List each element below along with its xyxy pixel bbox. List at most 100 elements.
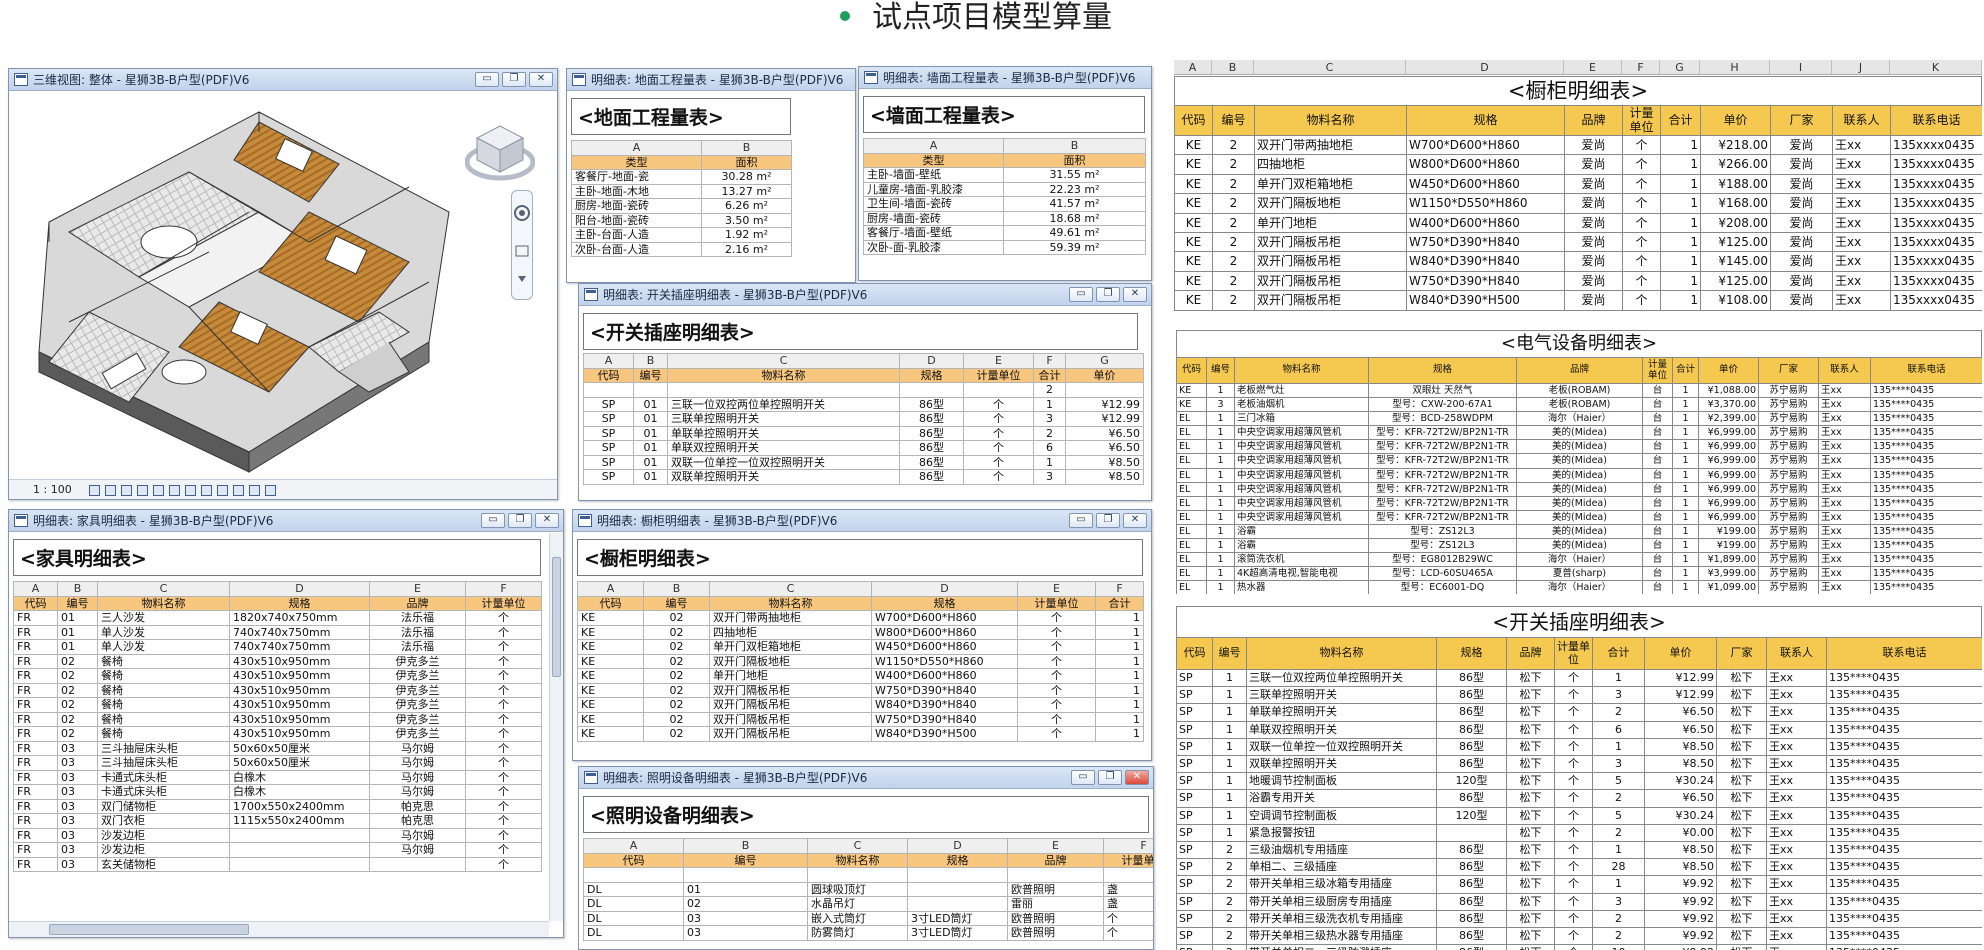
table-cell[interactable]: 双开门隔板吊柜 [709,697,872,713]
table-cell[interactable]: 三联一位双控两位单控照明开关 [667,396,900,412]
visual-style-icon[interactable] [105,484,117,496]
table-cell[interactable]: 个 [1554,823,1593,843]
table-cell[interactable]: 2 [1212,173,1255,195]
temp-view-icon[interactable] [249,484,261,496]
table-cell[interactable]: 客餐厅-地面-瓷 [571,169,702,185]
table-cell[interactable]: 86型 [899,425,964,441]
table-cell[interactable]: SP [583,469,634,485]
table-cell[interactable]: 个 [1017,624,1096,640]
table-row[interactable]: SP 1 三联一位双控两位单控照明开关 86型 松下个 1 ¥12.99 松下 王xx 135**… [1176,668,1982,688]
table-cell[interactable]: 单联双控照明开关 [1246,720,1437,739]
table-row[interactable]: SP 1 地暖调节控制面板 120型 松下个 5 ¥30.24 松下 王xx 135****043… [1176,772,1982,791]
table-cell[interactable]: 2 [1033,382,1066,398]
table-cell[interactable]: 双开门隔板吊柜 [709,682,872,698]
table-row[interactable]: KE 02 四抽地柜 W800*D600*H860 个 1 [577,624,1144,640]
column-letter[interactable]: A [583,838,684,854]
table-cell[interactable]: 松下 [1506,755,1555,774]
restore-button[interactable]: ❐ [508,513,532,528]
table-cell[interactable]: 王xx [1818,425,1871,441]
table-cell[interactable]: 135****0435 [1826,858,1982,877]
table-cell[interactable]: 2 [1212,193,1255,214]
table-row[interactable]: SP 1 紧急报警按钮 松下个 2 ¥0.00 松下 王xx 135****0435 [1176,823,1982,843]
table-cell[interactable]: FR [13,697,58,713]
table-row[interactable]: 厨房-墙面-瓷砖 18.68 m² [863,210,1146,226]
table-cell[interactable]: 王xx [1818,382,1871,399]
column-header[interactable]: 联系电话 [1890,105,1982,136]
table-cell[interactable]: 1 [1672,481,1699,497]
table-cell[interactable]: 型号：KFR-72T2W/BP2N1-TR [1368,467,1517,483]
table-cell[interactable]: 爱尚 [1770,251,1833,272]
table-cell[interactable]: KE [1174,270,1213,292]
table-cell[interactable]: 个 [465,610,542,626]
table-row[interactable]: EL 1 4K超高清电视,智能电视 型号：LCD-60SU465A 夏普(sharp) 台… [1176,566,1982,582]
view-control-icons[interactable] [89,480,281,499]
table-cell[interactable]: 苏宁易购 [1758,509,1819,525]
table-cell[interactable]: 台 [1642,495,1673,511]
table-cell[interactable]: FR [13,682,58,698]
table-cell[interactable]: 2 [1212,892,1247,911]
table-cell[interactable]: 2 [1212,134,1255,156]
column-header[interactable]: 规格 [1368,357,1517,384]
column-header[interactable]: 类型 [571,154,702,170]
table-row[interactable]: KE 02 双开门隔板吊柜 W840*D390*H500 个 1 [577,726,1144,742]
table-cell[interactable]: 马尔姆 [369,769,466,785]
table-cell[interactable]: ¥3,370.00 [1698,397,1759,413]
table-cell[interactable]: EL [1176,566,1207,582]
table-cell[interactable]: KE [577,610,644,626]
table-cell[interactable]: SP [1176,686,1213,705]
table-cell[interactable]: 1 [1660,251,1701,272]
table-cell[interactable]: 430x510x950mm [229,668,370,684]
table-cell[interactable]: 135xxxx0435 [1890,154,1982,175]
table-row[interactable]: KE 2 双开门隔板吊柜 W750*D390*H840 爱尚个 1 ¥125.00 爱尚 王xx… [1174,232,1982,253]
table-cell[interactable]: FR [13,813,58,829]
shadows-icon[interactable] [137,484,149,496]
table-cell[interactable]: 1 [1592,737,1645,757]
table-cell[interactable]: SP [1176,703,1213,722]
window-titlebar[interactable]: 明细表: 地面工程量表 - 星狮3B-B户型(PDF)V6 [567,69,855,91]
table-cell[interactable]: 马尔姆 [369,827,466,843]
table-cell[interactable]: 1 [1206,509,1235,525]
table-cell[interactable]: 圆球吸顶灯 [807,881,908,897]
column-letter[interactable]: B [633,353,668,369]
table-cell[interactable]: 王xx [1832,251,1891,272]
table-cell[interactable]: 王xx [1766,686,1827,705]
table-cell[interactable]: 6 [1033,440,1066,456]
table-row[interactable]: EL 1 中央空调家用超薄风管机 型号：KFR-72T2W/BP2N1-TR 美的(Mi… [1176,481,1982,497]
table-row[interactable]: DL 01 圆球吸顶灯 欧普照明盏 [583,881,1153,897]
table-cell[interactable]: SP [1176,755,1213,774]
table-cell[interactable]: 台 [1642,382,1673,399]
excel-column-letter[interactable]: D [1406,60,1564,74]
excel-cabinet-sheet[interactable]: ABCDEFGHIJK <橱柜明细表> 代码 编号 物料名称 规格 品牌 计量单位 合计 单价… [1174,60,1982,318]
table-row[interactable]: EL 1 中央空调家用超薄风管机 型号：KFR-72T2W/BP2N1-TR 美的(Mi… [1176,453,1982,469]
table-cell[interactable]: 个 [1017,711,1096,727]
table-cell[interactable]: 餐椅 [97,653,230,669]
table-cell[interactable]: 爱尚 [1770,290,1833,311]
table-cell[interactable]: 02 [643,610,710,626]
table-cell[interactable]: 个 [1554,841,1593,860]
scroll-thumb[interactable] [49,924,249,935]
table-cell[interactable]: 135****0435 [1826,703,1982,722]
table-cell[interactable]: ¥125.00 [1700,270,1771,292]
table-cell[interactable] [963,382,1034,398]
table-cell[interactable]: 儿童房-墙面-乳胶漆 [863,181,1004,197]
table-cell[interactable]: 740x740x750mm [229,639,370,655]
column-letter[interactable]: F [465,581,542,597]
table-cell[interactable]: 沙发边柜 [97,842,230,858]
column-header[interactable]: 物料名称 [709,595,872,611]
table-cell[interactable]: DL [583,910,684,926]
column-letter[interactable]: B [701,140,792,156]
table-cell[interactable]: 松下 [1506,858,1555,877]
column-letter[interactable]: E [369,581,466,597]
table-cell[interactable]: 王xx [1818,439,1871,455]
table-cell[interactable]: 王xx [1766,668,1827,688]
table-cell[interactable]: 430x510x950mm [229,711,370,727]
table-cell[interactable]: 松下 [1506,668,1555,688]
table-cell[interactable]: 型号：KFR-72T2W/BP2N1-TR [1368,481,1517,497]
table-cell[interactable]: 个 [1622,251,1661,272]
vertical-scrollbar[interactable] [549,533,563,921]
table-cell[interactable]: 松下 [1716,858,1767,877]
table-cell[interactable]: 阳台-地面-瓷砖 [571,212,702,228]
minimize-button[interactable]: ▭ [1071,770,1095,785]
table-cell[interactable]: 双开门带两抽地柜 [1254,134,1407,156]
table-cell[interactable]: 王xx [1832,154,1891,175]
